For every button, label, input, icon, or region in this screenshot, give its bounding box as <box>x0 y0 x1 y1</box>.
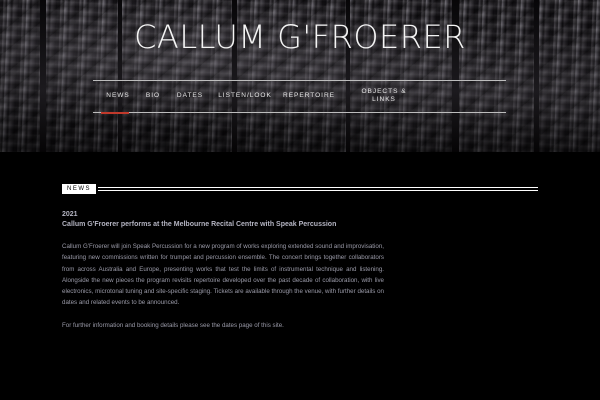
nav-item-repertoire[interactable]: REPERTOIRE <box>283 92 334 118</box>
nav-active-indicator <box>101 112 129 114</box>
nav-item-news[interactable]: NEWS <box>103 92 133 118</box>
section-label: NEWS <box>62 184 96 194</box>
nav-item-listen-look[interactable]: LISTEN/LOOK <box>217 92 273 118</box>
nav-item-objects-links[interactable]: OBJECTS & LINKS <box>361 88 407 114</box>
post-date: 2021 <box>62 211 78 218</box>
section-rule <box>98 187 538 188</box>
nav-item-bio[interactable]: BIO <box>141 92 165 118</box>
section-header: NEWS <box>62 184 538 194</box>
news-post: 2021 Callum G'Froerer performs at the Me… <box>62 211 384 331</box>
nav-top-rule <box>93 80 506 81</box>
post-footer: For further information and booking deta… <box>62 321 284 329</box>
header-hero: CALLUM G'FROERER NEWS BIO DATES LISTEN/L… <box>0 0 600 152</box>
nav-item-dates[interactable]: DATES <box>173 92 207 118</box>
section-rule <box>98 190 538 191</box>
site-title[interactable]: CALLUM G'FROERER <box>0 18 600 56</box>
post-title[interactable]: Callum G'Froerer performs at the Melbour… <box>62 220 384 229</box>
main-nav: NEWS BIO DATES LISTEN/LOOK REPERTOIRE OB… <box>93 85 506 111</box>
post-body: Callum G'Froerer will join Speak Percuss… <box>62 243 384 307</box>
